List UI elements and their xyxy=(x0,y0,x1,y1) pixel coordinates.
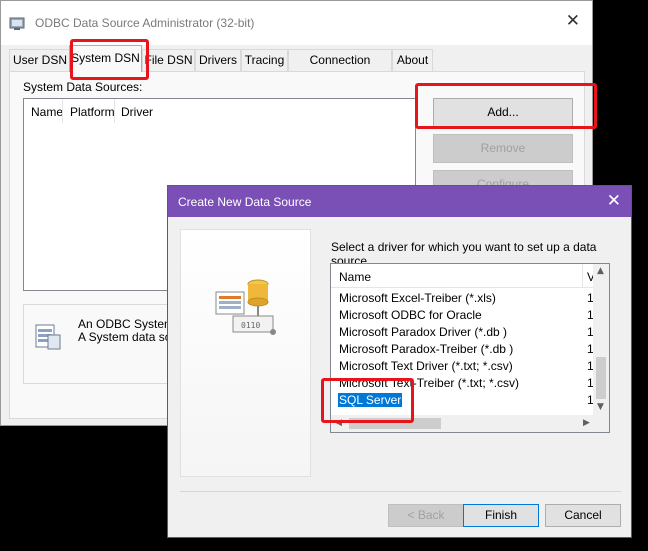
scroll-down-icon[interactable]: ▼ xyxy=(597,402,604,412)
tab-system-dsn[interactable]: System DSN xyxy=(69,45,142,72)
column-divider[interactable] xyxy=(114,99,115,123)
driver-name: SQL Server xyxy=(338,393,403,407)
horizontal-scroll-thumb[interactable] xyxy=(349,418,441,429)
tab-tracing[interactable]: Tracing xyxy=(241,49,288,71)
vertical-scrollbar[interactable]: ▲ ▼ xyxy=(593,264,609,416)
scroll-right-icon[interactable]: ▶ xyxy=(583,418,590,428)
driver-row-sql-server[interactable]: SQL Server 1 xyxy=(331,392,596,409)
close-icon[interactable]: ✕ xyxy=(566,11,580,31)
driver-row[interactable]: Microsoft Paradox Driver (*.db ) 1 xyxy=(331,324,596,341)
driver-name: Microsoft Excel-Treiber (*.xls) xyxy=(339,291,496,305)
driver-row[interactable]: Microsoft ODBC for Oracle 1 xyxy=(331,307,596,324)
column-header-name[interactable]: Name xyxy=(339,270,371,284)
tab-user-dsn[interactable]: User DSN xyxy=(9,49,71,71)
window-title: ODBC Data Source Administrator (32-bit) xyxy=(35,16,255,30)
remove-button[interactable]: Remove xyxy=(433,134,573,163)
window-titlebar: ODBC Data Source Administrator (32-bit) … xyxy=(1,1,592,45)
tab-file-dsn[interactable]: File DSN xyxy=(142,49,195,71)
database-info-icon xyxy=(35,324,61,350)
vertical-scroll-thumb[interactable] xyxy=(596,357,606,399)
tab-about[interactable]: About xyxy=(392,49,433,71)
column-divider[interactable] xyxy=(582,264,583,288)
driver-list-header: Name V xyxy=(331,264,596,288)
driver-name: Microsoft Text-Treiber (*.txt; *.csv) xyxy=(339,376,520,390)
finish-button[interactable]: Finish xyxy=(463,504,539,527)
column-divider[interactable] xyxy=(62,99,63,123)
tab-connection-pooling[interactable]: Connection Pooling xyxy=(288,49,392,87)
wizard-image-pane: 0110 xyxy=(180,229,311,477)
dialog-titlebar: Create New Data Source ✕ xyxy=(168,186,631,217)
dialog-title: Create New Data Source xyxy=(178,195,312,209)
svg-text:0110: 0110 xyxy=(241,321,260,330)
driver-row[interactable]: Microsoft Text Driver (*.txt; *.csv) 1 xyxy=(331,358,596,375)
driver-name: Microsoft Paradox-Treiber (*.db ) xyxy=(339,342,514,356)
driver-row[interactable]: Microsoft Text-Treiber (*.txt; *.csv) 1 xyxy=(331,375,596,392)
tab-drivers[interactable]: Drivers xyxy=(195,49,241,71)
scroll-left-icon[interactable]: ◀ xyxy=(335,418,342,428)
database-wizard-icon: 0110 xyxy=(215,279,276,335)
scroll-up-icon[interactable]: ▲ xyxy=(597,266,604,276)
create-new-data-source-dialog: Create New Data Source ✕ 0110 Select a d… xyxy=(167,185,632,538)
odbc-app-icon xyxy=(9,17,25,30)
column-header-name[interactable]: Name xyxy=(31,105,63,119)
scrollbar-corner xyxy=(593,415,609,432)
driver-row[interactable]: Microsoft Paradox-Treiber (*.db ) 1 xyxy=(331,341,596,358)
horizontal-scrollbar[interactable]: ◀ ▶ xyxy=(331,415,596,432)
driver-list[interactable]: Name V Microsoft Excel-Treiber (*.xls) 1… xyxy=(330,263,610,433)
add-button[interactable]: Add... xyxy=(433,98,573,127)
info-line-2: A System data sour xyxy=(78,330,170,344)
driver-name: Microsoft Text Driver (*.txt; *.csv) xyxy=(339,359,513,373)
column-header-platform[interactable]: Platform xyxy=(70,105,115,119)
system-data-sources-label: System Data Sources: xyxy=(23,80,143,94)
driver-name: Microsoft Paradox Driver (*.db ) xyxy=(339,325,508,339)
dialog-close-icon[interactable]: ✕ xyxy=(607,191,621,211)
column-header-driver[interactable]: Driver xyxy=(121,105,153,119)
info-text: An ODBC System d A System data sour xyxy=(78,318,170,344)
dialog-divider xyxy=(180,491,621,492)
driver-name: Microsoft ODBC for Oracle xyxy=(339,308,482,322)
driver-row[interactable]: Microsoft Excel-Treiber (*.xls) 1 xyxy=(331,290,596,307)
back-button[interactable]: < Back xyxy=(388,504,464,527)
cancel-button[interactable]: Cancel xyxy=(545,504,621,527)
